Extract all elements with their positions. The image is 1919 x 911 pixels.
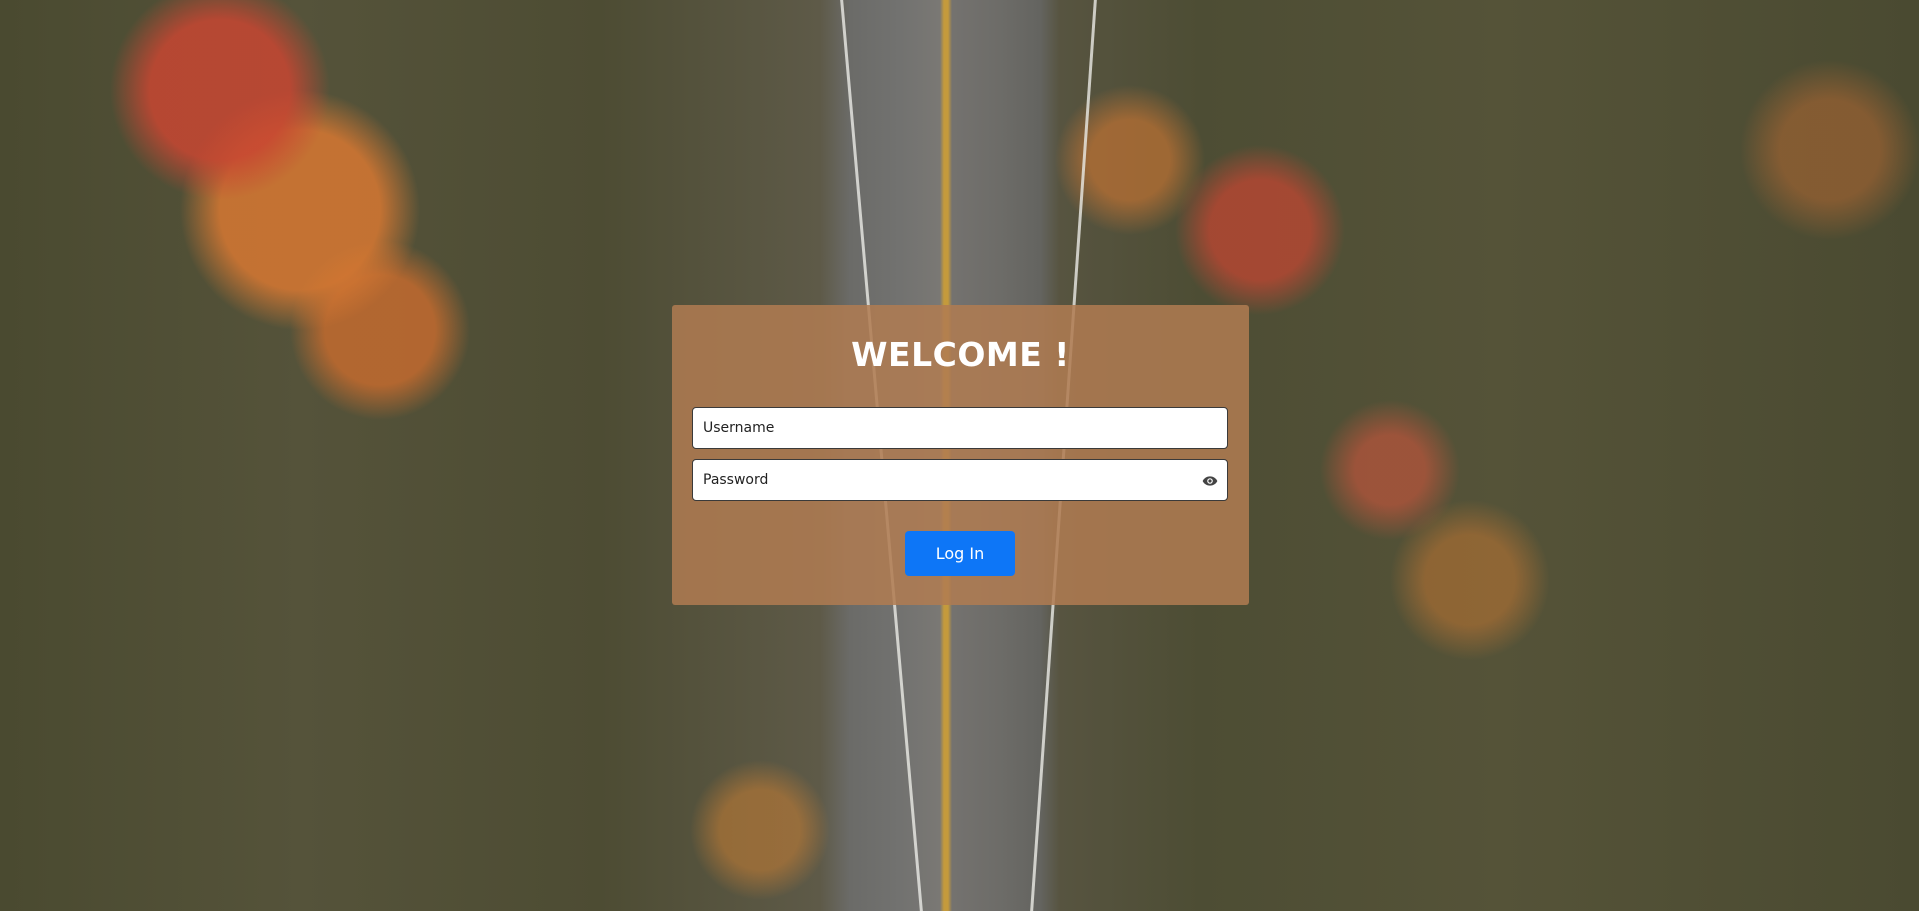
login-card: WELCOME ! Log In <box>672 305 1249 605</box>
welcome-title: WELCOME ! <box>851 335 1070 374</box>
username-field-wrapper <box>692 407 1228 449</box>
eye-icon[interactable] <box>1202 473 1218 489</box>
password-input[interactable] <box>693 460 1227 500</box>
username-input[interactable] <box>693 408 1227 448</box>
login-button[interactable]: Log In <box>905 531 1015 576</box>
password-field-wrapper <box>692 459 1228 501</box>
